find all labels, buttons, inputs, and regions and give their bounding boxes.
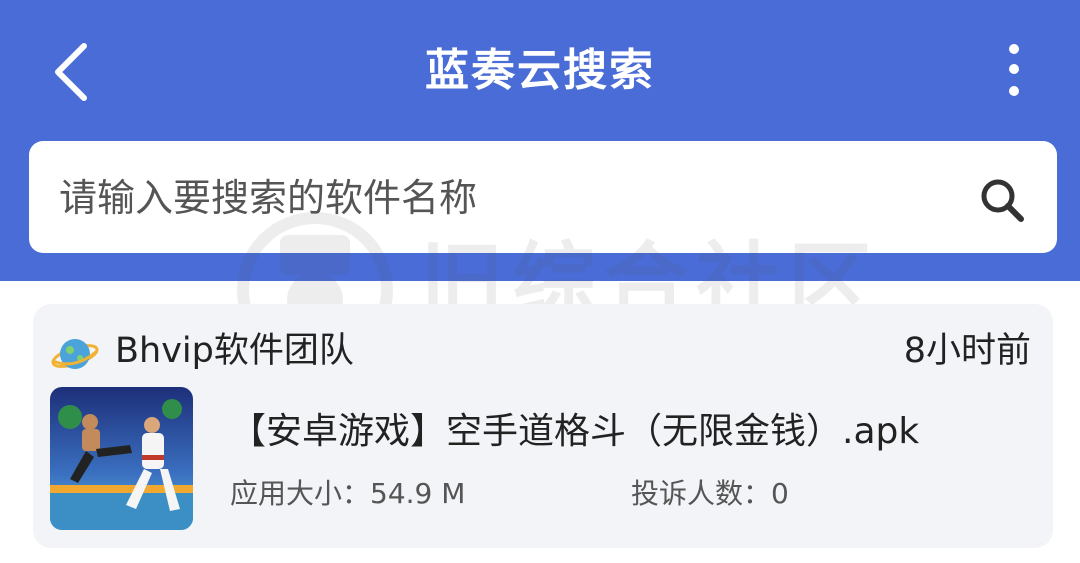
more-dot [1009,86,1019,96]
more-dot [1009,64,1019,74]
search-icon [981,179,1024,222]
search-button[interactable] [977,175,1027,225]
result-card[interactable]: Bhvip软件团队 8小时前 【安卓游戏】空手道格斗（无限金钱）.apk 应用大… [33,304,1053,548]
size-label: 应用大小： [230,477,371,510]
more-menu-button[interactable] [996,40,1032,104]
app-header: 蓝奏云搜索 [0,0,1080,281]
file-name: 【安卓游戏】空手道格斗（无限金钱）.apk [230,411,920,452]
report-value: 0 [771,477,789,510]
report-label: 投诉人数： [631,477,772,510]
page-title: 蓝奏云搜索 [425,45,655,96]
size-info: 应用大小：54.9 M [230,472,465,516]
planet-icon [51,339,99,369]
search-input[interactable] [57,163,921,233]
size-value: 54.9 M [370,477,466,510]
timestamp: 8小时前 [903,331,1031,371]
report-info: 投诉人数：0 [631,472,789,516]
search-bar [29,141,1057,253]
team-name: Bhvip软件团队 [115,331,354,371]
more-vertical-icon [1009,44,1019,54]
app-thumbnail [50,387,193,530]
